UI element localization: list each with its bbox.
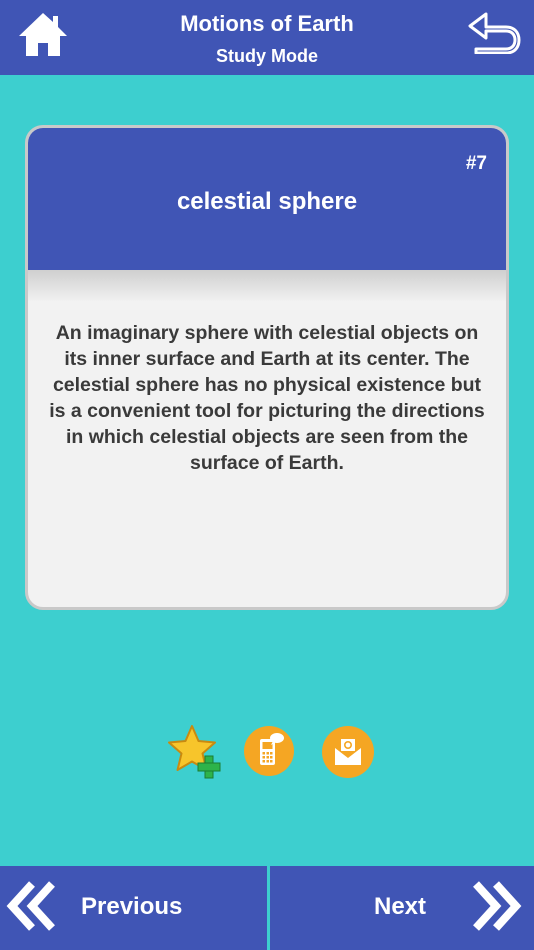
flashcard[interactable]: #7 celestial sphere An imaginary sphere … (25, 125, 509, 610)
double-chevron-right-icon (473, 881, 522, 931)
return-arrow-icon (468, 12, 521, 55)
card-definition: An imaginary sphere with celestial objec… (49, 322, 485, 474)
share-email-button[interactable] (321, 725, 375, 779)
card-term: celestial sphere (176, 188, 358, 215)
next-button[interactable]: Next (270, 866, 534, 950)
next-label: Next (374, 893, 427, 920)
page-title: Motions of Earth (180, 11, 354, 36)
email-icon (322, 726, 374, 778)
double-chevron-left-icon (6, 881, 55, 931)
card-header: #7 celestial sphere (28, 128, 506, 270)
page-subtitle: Study Mode (216, 46, 318, 66)
back-button[interactable] (466, 10, 522, 55)
header-bar: Motions of Earth Study Mode (0, 0, 534, 75)
card-number: #7 (465, 153, 487, 174)
share-sms-button[interactable] (243, 725, 297, 779)
sms-phone-icon (244, 726, 294, 776)
previous-label: Previous (81, 893, 183, 920)
card-divider-shadow (28, 270, 506, 302)
add-favorite-button[interactable] (166, 724, 221, 779)
star-add-icon (168, 725, 221, 779)
previous-button[interactable]: Previous (0, 866, 267, 950)
